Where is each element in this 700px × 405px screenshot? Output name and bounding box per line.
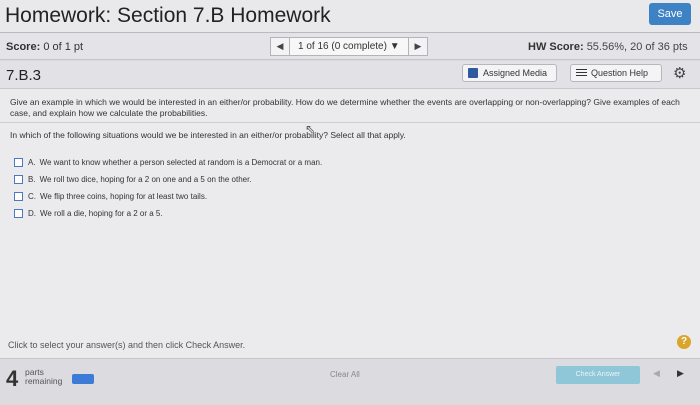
previous-part-button[interactable]: ◀: [653, 368, 660, 379]
checkbox[interactable]: [14, 158, 23, 167]
question-help-button[interactable]: Question Help: [570, 64, 662, 82]
title-bar: Homework: Section 7.B Homework Save: [0, 0, 700, 33]
option-letter: A.: [28, 158, 36, 167]
option-text: We flip three coins, hoping for at least…: [40, 192, 208, 201]
assigned-media-label: Assigned Media: [483, 68, 548, 78]
answer-option-c[interactable]: C. We flip three coins, hoping for at le…: [14, 188, 322, 205]
previous-question-button[interactable]: ◀: [270, 37, 290, 56]
progress-indicator: [72, 374, 94, 384]
answer-option-b[interactable]: B. We roll two dice, hoping for a 2 on o…: [14, 171, 322, 188]
answer-options: A. We want to know whether a person sele…: [14, 154, 322, 222]
option-text: We want to know whether a person selecte…: [39, 158, 323, 167]
hw-score-display: HW Score: 55.56%, 20 of 36 pts: [528, 41, 688, 53]
hw-score-value: 55.56%, 20 of 36 pts: [586, 41, 688, 53]
score-bar: Score: 0 of 1 pt ◀ 1 of 16 (0 complete) …: [0, 33, 700, 60]
divider: [0, 122, 700, 123]
question-help-label: Question Help: [591, 68, 649, 78]
next-question-button[interactable]: ▶: [408, 37, 428, 56]
score-display: Score: 0 of 1 pt: [6, 41, 83, 53]
answer-instructions: Click to select your answer(s) and then …: [8, 340, 246, 350]
assigned-media-button[interactable]: Assigned Media: [462, 64, 557, 82]
parts-remaining-label: parts remaining: [25, 368, 62, 386]
question-id-bar: 7.B.3 Assigned Media Question Help ⚙: [0, 61, 700, 88]
question-id: 7.B.3: [6, 67, 42, 84]
option-letter: B.: [28, 175, 36, 184]
option-text: We roll a die, hoping for a 2 or a 5.: [40, 209, 163, 218]
question-prompt: Give an example in which we would be int…: [10, 97, 680, 118]
question-select[interactable]: 1 of 16 (0 complete) ▼: [290, 37, 408, 56]
checkbox[interactable]: [14, 175, 23, 184]
option-letter: C.: [28, 192, 36, 201]
save-button[interactable]: Save: [649, 3, 691, 25]
help-icon[interactable]: ?: [677, 335, 691, 349]
mouse-cursor-icon: ⇖: [305, 122, 316, 136]
parts-label-line2: remaining: [25, 376, 63, 386]
checkbox[interactable]: [14, 209, 23, 218]
question-nav: ◀ 1 of 16 (0 complete) ▼ ▶: [270, 37, 428, 56]
answer-option-d[interactable]: D. We roll a die, hoping for a 2 or a 5.: [14, 205, 322, 222]
page-title: Homework: Section 7.B Homework: [5, 4, 331, 27]
option-text: We roll two dice, hoping for a 2 on one …: [39, 175, 252, 184]
list-icon: [576, 69, 587, 78]
question-text: In which of the following situations wou…: [10, 130, 406, 140]
bottom-bar: 4 parts remaining Clear All Check Answer…: [0, 358, 700, 405]
question-content: Give an example in which we would be int…: [0, 88, 700, 358]
score-label: Score:: [6, 41, 41, 53]
option-letter: D.: [28, 209, 36, 218]
parts-remaining-count: 4: [6, 366, 19, 391]
checkbox[interactable]: [14, 192, 23, 201]
gear-icon[interactable]: ⚙: [673, 64, 686, 82]
score-value: 0 of 1 pt: [43, 41, 84, 53]
check-answer-button[interactable]: Check Answer: [556, 366, 640, 384]
hw-score-label: HW Score:: [528, 41, 584, 53]
clear-all-button[interactable]: Clear All: [330, 370, 360, 379]
answer-option-a[interactable]: A. We want to know whether a person sele…: [14, 154, 322, 171]
next-part-button[interactable]: ▶: [677, 368, 684, 379]
media-icon: [468, 68, 478, 78]
